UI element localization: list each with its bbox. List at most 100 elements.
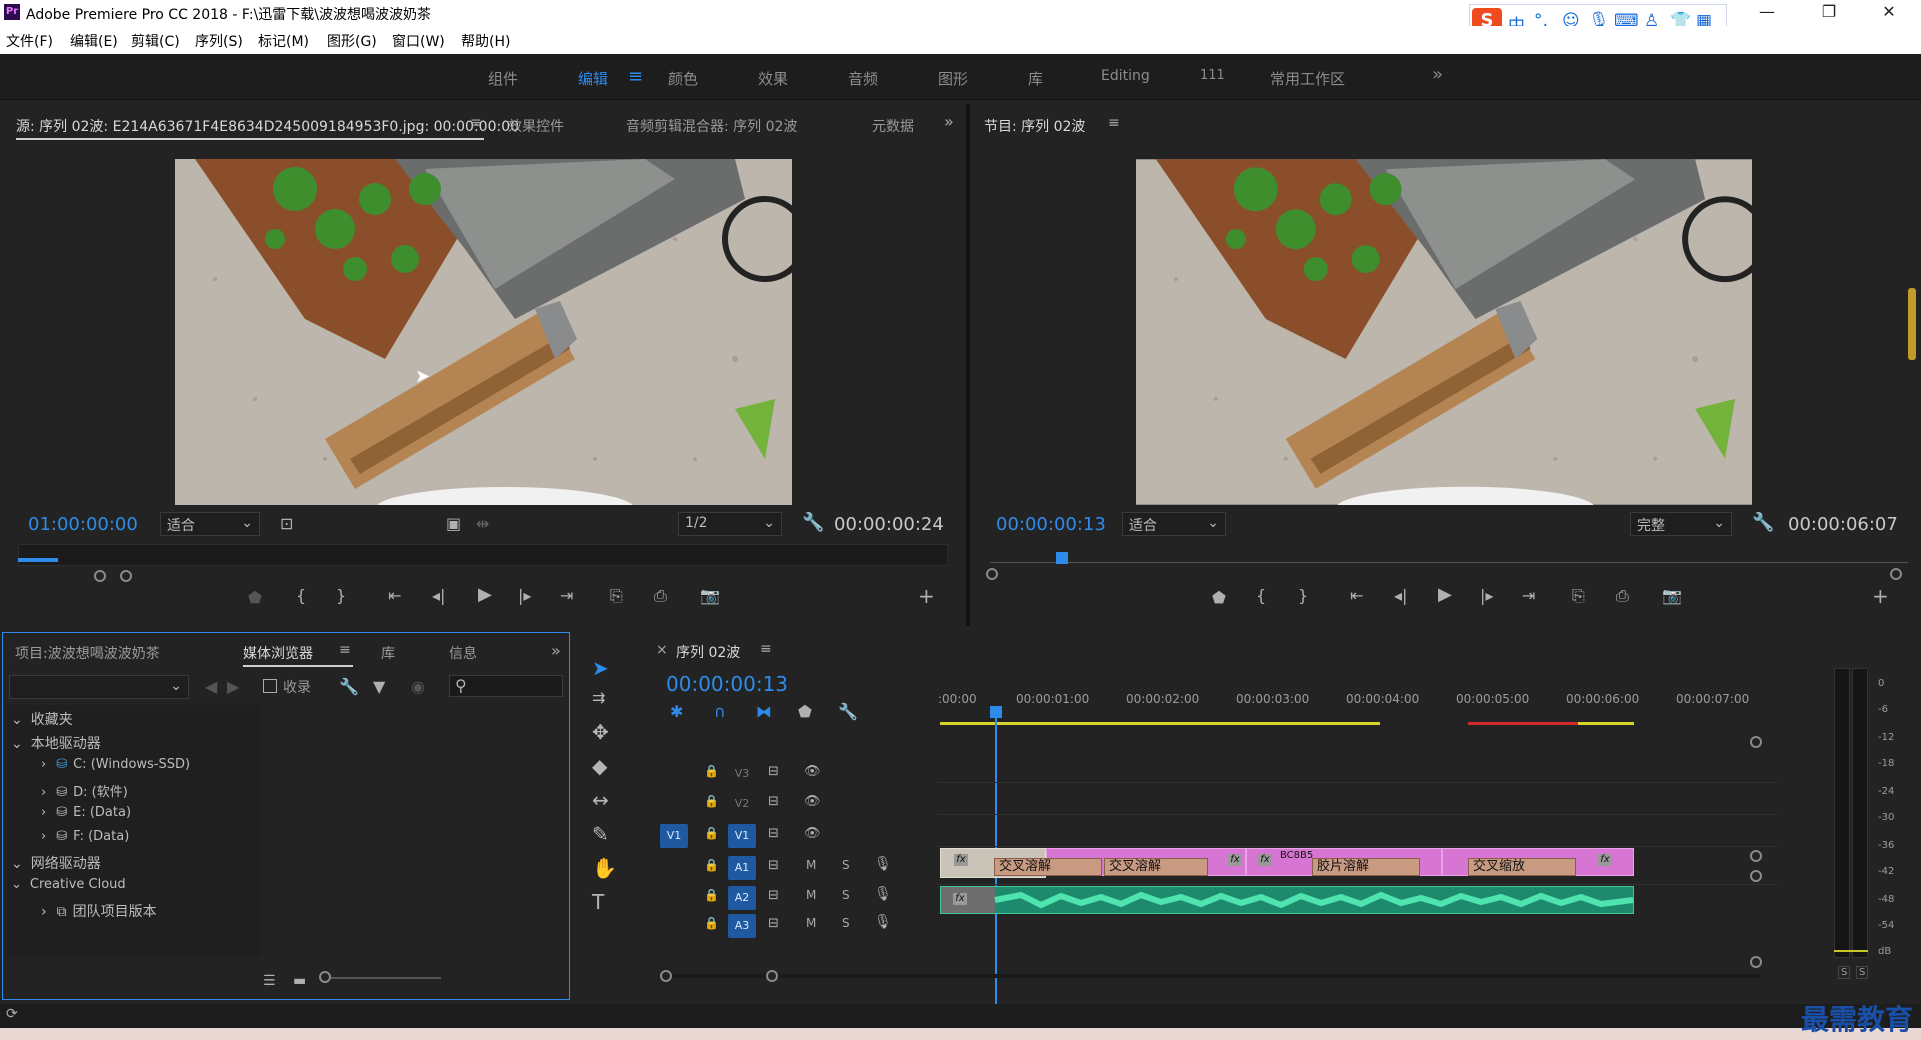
ws-assembly[interactable]: 组件 [488, 68, 518, 89]
play-icon[interactable]: ▶ [1438, 584, 1452, 605]
overwrite-icon[interactable]: ⎙ [654, 586, 667, 606]
mute-button[interactable]: M [806, 916, 816, 930]
mic-icon[interactable]: 🎙 [874, 914, 892, 930]
h-scroll-handle-right[interactable] [766, 970, 778, 982]
close-tab-icon[interactable]: × [656, 642, 668, 658]
settings-wrench-icon[interactable]: 🔧 [802, 512, 824, 533]
meter-solo-right[interactable]: S [1856, 966, 1869, 979]
play-icon[interactable]: ▶ [478, 584, 492, 605]
tree-row-drive-c[interactable]: › ⛁ C: (Windows-SSD) [41, 757, 190, 772]
zoom-handle-left[interactable] [986, 568, 998, 580]
filter-icon[interactable]: ▼ [373, 677, 385, 696]
add-button-icon[interactable]: + [1872, 584, 1889, 608]
h-scrollbar[interactable] [660, 974, 1760, 978]
source-playhead-bar[interactable] [18, 558, 58, 562]
audio-clip-a1[interactable]: fx [940, 886, 1634, 914]
media-browser-menu-icon[interactable]: ≡ [339, 642, 351, 658]
lock-icon[interactable]: 🔒 [704, 888, 719, 902]
source-video-frame[interactable] [175, 159, 792, 505]
mark-in-icon[interactable]: { [296, 586, 306, 605]
marker-icon[interactable]: ⬟ [248, 588, 262, 607]
settings-wrench-icon[interactable]: 🔧 [1752, 512, 1774, 533]
solo-button[interactable]: S [842, 888, 850, 902]
mute-button[interactable]: M [806, 888, 816, 902]
list-view-icon[interactable]: ☰ [263, 973, 276, 989]
zoom-handle-right[interactable] [120, 570, 132, 582]
track-target-a2[interactable]: A2 [728, 886, 756, 910]
zoom-slider-handle[interactable] [319, 971, 331, 983]
icon-view-icon[interactable]: ▬ [293, 973, 306, 989]
safe-margins-icon[interactable]: ⊡ [280, 514, 293, 533]
mark-out-icon[interactable]: } [336, 586, 346, 605]
track-target-v2[interactable]: V2 [728, 792, 756, 816]
step-back-icon[interactable]: ◂| [432, 586, 445, 605]
back-icon[interactable]: ◀ [205, 677, 217, 696]
tab-source[interactable]: 源: 序列 02波: E214A63671F4E8634D24500918495… [16, 116, 519, 136]
ws-editing-en[interactable]: Editing [1101, 68, 1150, 84]
lock-icon[interactable]: 🔒 [704, 858, 719, 872]
tab-project[interactable]: 项目:波波想喝波波奶茶 [15, 643, 160, 663]
close-icon[interactable]: ✕ [1866, 2, 1912, 24]
ws-111[interactable]: 111 [1200, 68, 1225, 83]
tree-row-drive-e[interactable]: › ⛁ E: (Data) [41, 805, 131, 820]
sync-lock-icon[interactable]: ⊟ [768, 888, 779, 903]
tab-sequence[interactable]: 序列 02波 [676, 642, 740, 662]
track-target-v3[interactable]: V3 [728, 762, 756, 786]
tab-info[interactable]: 信息 [449, 643, 477, 663]
tree-row-drive-d[interactable]: › ⛁ D: (软件) [41, 781, 128, 800]
menu-sequence[interactable]: 序列(S) [195, 31, 243, 51]
add-marker-icon[interactable]: ⬟ [798, 702, 812, 721]
source-patch-v1[interactable]: V1 [660, 824, 688, 848]
step-forward-icon[interactable]: |▸ [1480, 586, 1493, 605]
tab-program[interactable]: 节目: 序列 02波 [984, 116, 1085, 136]
tab-metadata[interactable]: 元数据 [872, 116, 920, 136]
export-frame-icon[interactable]: 📷 [700, 586, 720, 605]
program-menu-icon[interactable]: ≡ [1108, 115, 1120, 131]
track-target-v1[interactable]: V1 [728, 824, 756, 848]
tab-libraries[interactable]: 库 [381, 643, 395, 663]
restore-icon[interactable]: ❐ [1806, 2, 1852, 24]
ws-libraries[interactable]: 库 [1028, 68, 1043, 89]
menu-clip[interactable]: 剪辑(C) [131, 31, 180, 51]
lock-icon[interactable]: 🔒 [704, 826, 719, 840]
path-select[interactable]: ⌄ [9, 675, 189, 699]
step-forward-icon[interactable]: |▸ [518, 586, 531, 605]
source-playhead-timecode[interactable]: 01:00:00:00 [28, 514, 138, 535]
program-playhead-timecode[interactable]: 00:00:00:13 [996, 514, 1106, 535]
tab-effect-controls[interactable]: 效果控件 [508, 116, 564, 136]
v-scroll-handle-bottom[interactable] [1750, 850, 1762, 862]
source-time-ruler[interactable] [18, 544, 948, 566]
ws-editing[interactable]: 编辑 [578, 68, 608, 89]
tree-row-network-drives[interactable]: ⌄ 网络驱动器 [11, 853, 101, 873]
track-select-tool-icon[interactable]: ⇉ [592, 688, 605, 707]
transition-cross-dissolve[interactable]: 交叉溶解 [994, 858, 1102, 876]
lift-icon[interactable]: ⎘ [1572, 586, 1585, 606]
v-scroll-handle-top[interactable] [1750, 736, 1762, 748]
minimize-icon[interactable]: — [1744, 2, 1790, 24]
media-content-area[interactable] [259, 705, 565, 957]
ingest-settings-icon[interactable]: 🔧 [339, 677, 359, 696]
step-back-icon[interactable]: ◂| [1394, 586, 1407, 605]
tree-row-team-projects[interactable]: › ⧉ 团队项目版本 [41, 901, 157, 921]
menu-file[interactable]: 文件(F) [6, 31, 53, 51]
program-quality-select[interactable]: 完整 ⌄ [1630, 512, 1732, 536]
zoom-slider[interactable] [321, 977, 441, 979]
view-icon[interactable]: ◉ [411, 677, 425, 696]
pen-tool-icon[interactable]: ✎ [592, 822, 609, 846]
sync-lock-icon[interactable]: ⊟ [768, 826, 779, 841]
panel-more-icon[interactable]: » [551, 641, 561, 660]
go-to-out-icon[interactable]: ⇥ [1522, 586, 1535, 605]
go-to-in-icon[interactable]: ⇤ [1350, 586, 1363, 605]
mark-in-icon[interactable]: { [1256, 586, 1266, 605]
timeline-settings-icon[interactable]: 🔧 [838, 702, 858, 721]
solo-button[interactable]: S [842, 916, 850, 930]
sync-lock-icon[interactable]: ⊟ [768, 858, 779, 873]
type-tool-icon[interactable]: T [592, 890, 604, 914]
lock-icon[interactable]: 🔒 [704, 794, 719, 808]
vertical-scroll-indicator[interactable] [1908, 288, 1916, 360]
insert-icon[interactable]: ⎘ [610, 586, 623, 606]
ws-effects[interactable]: 效果 [758, 68, 788, 89]
add-button-icon[interactable]: + [918, 584, 935, 608]
drag-audio-icon[interactable]: ⇹ [476, 514, 489, 533]
sync-lock-icon[interactable]: ⊟ [768, 794, 779, 809]
